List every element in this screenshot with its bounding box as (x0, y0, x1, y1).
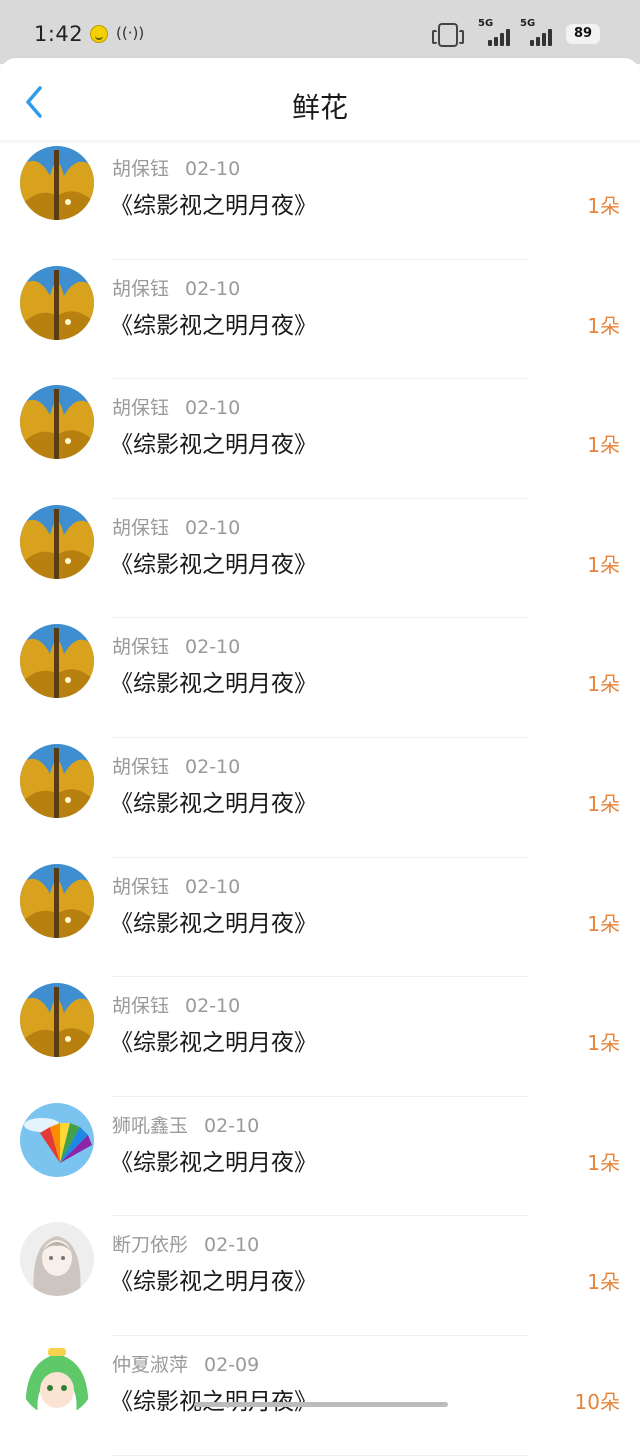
item-date: 02-10 (185, 636, 241, 659)
book-title[interactable]: 《综影视之明月夜》 (110, 306, 317, 340)
item-meta: 胡保钰 02-10 (112, 154, 240, 181)
avatar[interactable] (20, 1222, 94, 1297)
avatar[interactable] (20, 863, 94, 938)
list-item[interactable]: 仲夏淑萍 02-09 《综影视之明月夜》 10朵 (0, 1336, 640, 1456)
user-name[interactable]: 胡保钰 (112, 995, 169, 1017)
flower-count: 1朵 (587, 791, 620, 816)
divider (112, 1454, 528, 1456)
hotspot-icon: ((·)) (116, 24, 145, 42)
item-meta: 断刀依彤 02-10 (112, 1230, 259, 1257)
avatar[interactable] (20, 624, 94, 699)
user-name[interactable]: 狮吼鑫玉 (112, 1115, 188, 1137)
list-item[interactable]: 胡保钰 02-10 《综影视之明月夜》 1朵 (0, 379, 640, 499)
item-date: 02-10 (185, 397, 241, 420)
item-date: 02-10 (185, 158, 241, 180)
list-item[interactable]: 狮吼鑫玉 02-10 《综影视之明月夜》 1朵 (0, 1097, 640, 1217)
item-meta: 胡保钰 02-10 (112, 632, 240, 659)
flower-count: 1朵 (587, 911, 620, 936)
item-date: 02-10 (185, 755, 241, 778)
flower-count: 1朵 (587, 1150, 620, 1175)
network-type-label: 5G (520, 18, 536, 29)
item-date: 02-10 (185, 277, 241, 300)
book-title[interactable]: 《综影视之明月夜》 (110, 904, 317, 938)
item-date: 02-10 (185, 995, 241, 1018)
flower-count: 1朵 (587, 552, 620, 577)
book-title[interactable]: 《综影视之明月夜》 (110, 186, 317, 220)
signal-1-icon: 5G (478, 18, 518, 48)
user-name[interactable]: 胡保钰 (112, 158, 169, 180)
emoji-notification-icon (90, 25, 108, 43)
page-title: 鲜花 (291, 91, 348, 124)
avatar[interactable] (20, 1102, 94, 1177)
flower-count: 1朵 (587, 433, 620, 458)
gift-list: 胡保钰 02-10 《综影视之明月夜》 1朵 胡保钰 02-10 《综影视之明月夜》 1朵 胡保… (0, 140, 640, 1456)
network-type-label: 5G (478, 18, 494, 29)
list-item[interactable]: 胡保钰 02-10 《综影视之明月夜》 1朵 (0, 140, 640, 260)
list-item[interactable]: 胡保钰 02-10 《综影视之明月夜》 1朵 (0, 260, 640, 380)
avatar[interactable] (20, 1341, 94, 1416)
avatar[interactable] (20, 146, 94, 220)
user-name[interactable]: 胡保钰 (112, 397, 169, 419)
book-title[interactable]: 《综影视之明月夜》 (110, 545, 317, 579)
item-meta: 狮吼鑫玉 02-10 (112, 1111, 259, 1138)
list-item[interactable]: 胡保钰 02-10 《综影视之明月夜》 1朵 (0, 858, 640, 978)
item-date: 02-09 (204, 1353, 260, 1376)
signal-2-icon: 5G (520, 18, 560, 48)
user-name[interactable]: 胡保钰 (112, 876, 169, 898)
flower-count: 1朵 (587, 194, 620, 218)
item-meta: 胡保钰 02-10 (112, 513, 240, 540)
nav-bar: 鲜花 (0, 58, 640, 140)
item-date: 02-10 (185, 875, 241, 898)
avatar[interactable] (20, 385, 94, 460)
flower-count: 10朵 (574, 1389, 620, 1414)
battery-indicator: 89 (566, 24, 600, 44)
item-date: 02-10 (204, 1114, 260, 1137)
list-item[interactable]: 胡保钰 02-10 《综影视之明月夜》 1朵 (0, 977, 640, 1097)
avatar[interactable] (20, 743, 94, 818)
avatar[interactable] (20, 983, 94, 1058)
status-time: 1:42 (34, 22, 84, 46)
list-item[interactable]: 胡保钰 02-10 《综影视之明月夜》 1朵 (0, 738, 640, 858)
book-title[interactable]: 《综影视之明月夜》 (110, 425, 317, 459)
status-bar: 1:42 ((·)) 5G 5G 89 (0, 0, 640, 64)
home-indicator[interactable] (194, 1402, 448, 1407)
book-title[interactable]: 《综影视之明月夜》 (110, 1143, 317, 1177)
user-name[interactable]: 断刀依彤 (112, 1234, 188, 1256)
user-name[interactable]: 胡保钰 (112, 278, 169, 300)
list-item[interactable]: 胡保钰 02-10 《综影视之明月夜》 1朵 (0, 618, 640, 738)
book-title[interactable]: 《综影视之明月夜》 (110, 664, 317, 698)
avatar[interactable] (20, 265, 94, 340)
item-meta: 胡保钰 02-10 (112, 752, 240, 779)
list-item[interactable]: 断刀依彤 02-10 《综影视之明月夜》 1朵 (0, 1216, 640, 1336)
item-meta: 胡保钰 02-10 (112, 872, 240, 899)
book-title[interactable]: 《综影视之明月夜》 (110, 1023, 317, 1057)
book-title[interactable]: 《综影视之明月夜》 (110, 1382, 317, 1416)
book-title[interactable]: 《综影视之明月夜》 (110, 1262, 317, 1296)
item-date: 02-10 (204, 1234, 260, 1257)
user-name[interactable]: 胡保钰 (112, 756, 169, 778)
item-meta: 胡保钰 02-10 (112, 393, 240, 420)
flower-count: 1朵 (587, 672, 620, 697)
flower-count: 1朵 (587, 313, 620, 338)
user-name[interactable]: 胡保钰 (112, 636, 169, 658)
flower-count: 1朵 (587, 1031, 620, 1056)
book-title[interactable]: 《综影视之明月夜》 (110, 784, 317, 818)
item-meta: 胡保钰 02-10 (112, 274, 240, 301)
flower-count: 1朵 (587, 1270, 620, 1295)
item-meta: 胡保钰 02-10 (112, 991, 240, 1018)
item-date: 02-10 (185, 516, 241, 539)
vibrate-icon (432, 23, 464, 47)
user-name[interactable]: 胡保钰 (112, 517, 169, 539)
user-name[interactable]: 仲夏淑萍 (112, 1354, 188, 1376)
avatar[interactable] (20, 504, 94, 579)
item-meta: 仲夏淑萍 02-09 (112, 1350, 259, 1377)
list-item[interactable]: 胡保钰 02-10 《综影视之明月夜》 1朵 (0, 499, 640, 619)
